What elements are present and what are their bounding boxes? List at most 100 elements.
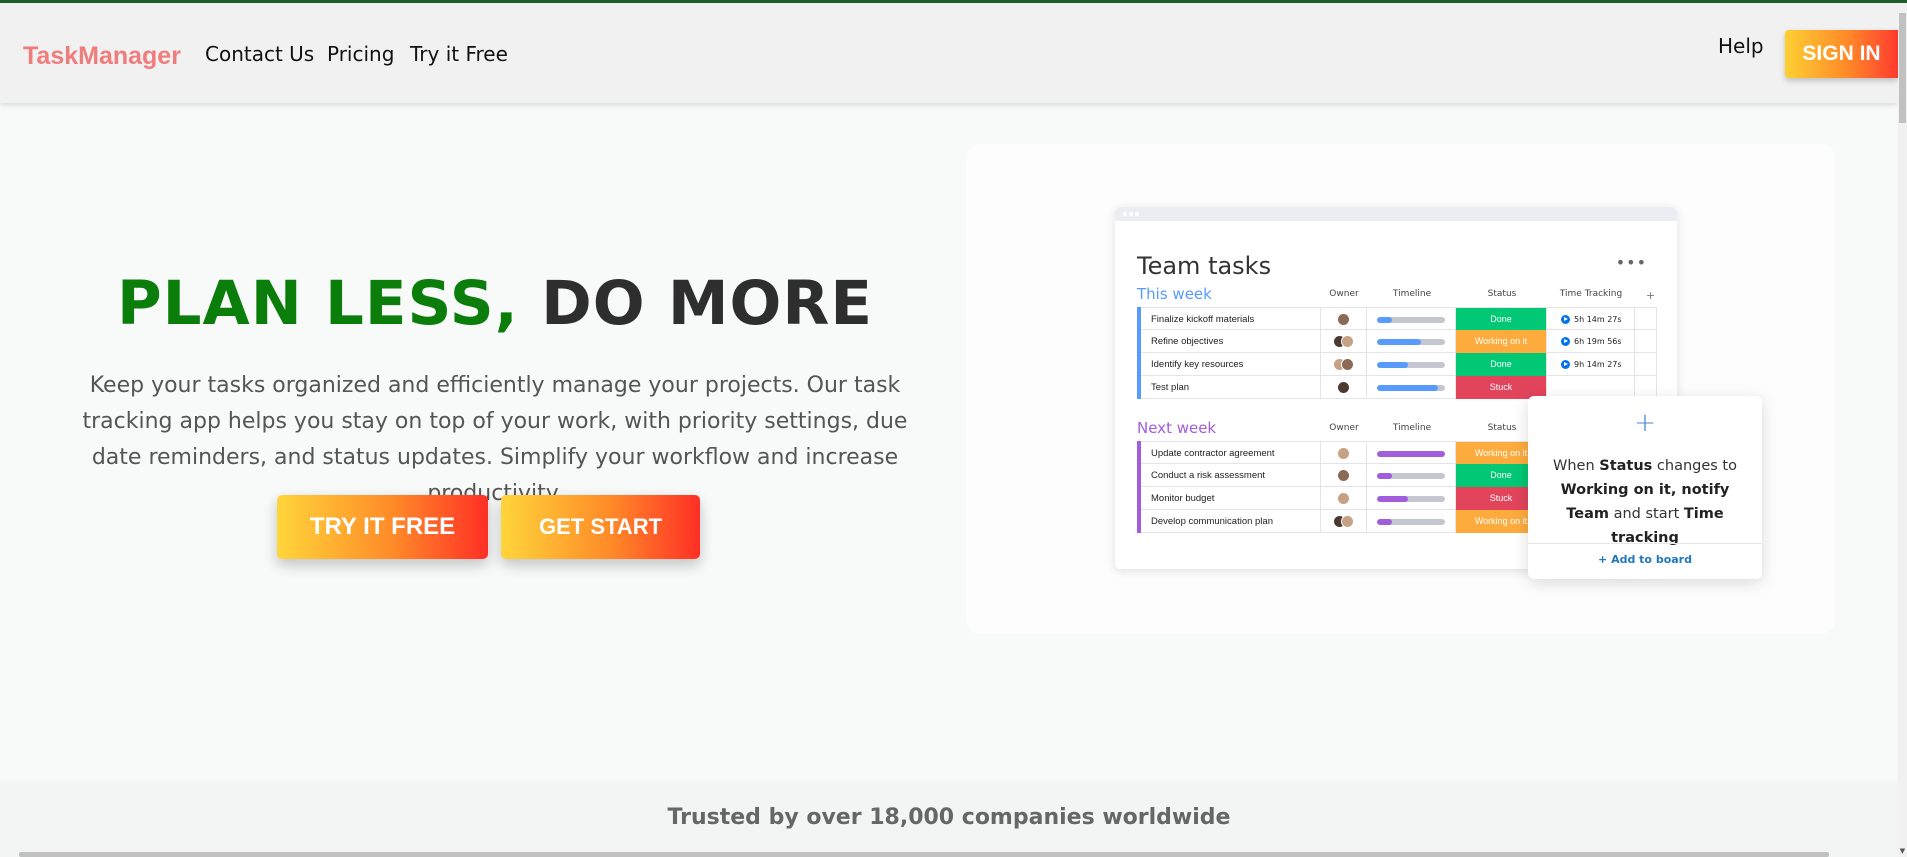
tracked-time: 9h 14m 27s xyxy=(1574,360,1622,369)
task-name[interactable]: Conduct a risk assessment xyxy=(1141,464,1321,487)
column-header-timeline: Timeline xyxy=(1392,423,1432,433)
column-header-time-tracking: Time Tracking xyxy=(1559,289,1623,299)
timeline-fill xyxy=(1377,385,1439,391)
task-timeline[interactable] xyxy=(1367,376,1456,399)
task-name[interactable]: Monitor budget xyxy=(1141,487,1321,510)
timeline-fill xyxy=(1377,496,1408,502)
window-dot-icon xyxy=(1129,212,1133,216)
avatar xyxy=(1337,469,1350,482)
play-icon[interactable] xyxy=(1561,315,1570,324)
add-automation-icon[interactable]: + xyxy=(1528,408,1762,438)
nav-link-try-it-free[interactable]: Try it Free xyxy=(410,42,508,66)
task-timeline[interactable] xyxy=(1367,442,1456,465)
play-icon[interactable] xyxy=(1561,337,1570,346)
popup-divider xyxy=(1528,543,1762,544)
task-owner[interactable] xyxy=(1321,464,1367,487)
task-owner[interactable] xyxy=(1321,442,1367,465)
task-timeline[interactable] xyxy=(1367,487,1456,510)
task-timeline[interactable] xyxy=(1367,308,1456,331)
play-icon[interactable] xyxy=(1561,360,1570,369)
status-badge[interactable]: Working on it xyxy=(1456,330,1547,353)
timeline-fill xyxy=(1377,339,1422,345)
horizontal-scrollbar[interactable] xyxy=(19,852,1829,857)
status-badge[interactable]: Done xyxy=(1456,353,1547,376)
group-title[interactable]: Next week xyxy=(1137,419,1216,437)
vertical-scrollbar[interactable]: ▼ xyxy=(1898,3,1907,857)
timeline-fill xyxy=(1377,519,1392,525)
avatar xyxy=(1337,492,1350,505)
task-owner[interactable] xyxy=(1321,376,1367,399)
timeline-fill xyxy=(1377,362,1408,368)
avatar xyxy=(1341,335,1354,348)
timeline-fill xyxy=(1377,473,1392,479)
timeline-fill xyxy=(1377,317,1392,323)
board-title: Team tasks xyxy=(1137,252,1272,280)
hero-title: PLAN LESS, DO MORE xyxy=(40,268,950,339)
avatar xyxy=(1337,447,1350,460)
timeline-track xyxy=(1377,473,1445,479)
add-to-board-link[interactable]: + Add to board xyxy=(1528,553,1762,566)
task-owner[interactable] xyxy=(1321,353,1367,376)
column-header-status: Status xyxy=(1487,289,1517,299)
task-timeline[interactable] xyxy=(1367,353,1456,376)
automation-text-2: changes to xyxy=(1652,458,1737,474)
window-dot-icon xyxy=(1135,212,1139,216)
timeline-track xyxy=(1377,362,1445,368)
trusted-heading: Trusted by over 18,000 companies worldwi… xyxy=(667,805,1231,830)
task-row[interactable]: Refine objectives Working on it 6h 19m 56s xyxy=(1141,330,1657,353)
tracked-time: 6h 19m 56s xyxy=(1574,337,1622,346)
hero-description: Keep your tasks organized and efficientl… xyxy=(82,373,908,506)
navbar: TaskManager Contact Us Pricing Try it Fr… xyxy=(0,3,1898,103)
task-timeline[interactable] xyxy=(1367,510,1456,533)
hero-title-highlight: PLAN LESS, xyxy=(116,268,519,339)
hero-title-rest: DO MORE xyxy=(541,268,874,339)
timeline-track xyxy=(1377,385,1445,391)
automation-text-1: When xyxy=(1553,458,1600,474)
avatar xyxy=(1341,358,1354,371)
try-it-free-button[interactable]: TRY IT FREE xyxy=(277,495,488,559)
time-tracking-cell[interactable]: 9h 14m 27s xyxy=(1547,353,1635,376)
task-owner[interactable] xyxy=(1321,308,1367,331)
timeline-track xyxy=(1377,496,1445,502)
avatar xyxy=(1337,381,1350,394)
task-name[interactable]: Refine objectives xyxy=(1141,330,1321,353)
scroll-down-arrow-icon[interactable]: ▼ xyxy=(1898,847,1907,855)
help-link[interactable]: Help xyxy=(1718,34,1764,58)
task-row[interactable]: Identify key resources Done 9h 14m 27s xyxy=(1141,353,1657,376)
task-name[interactable]: Identify key resources xyxy=(1141,353,1321,376)
empty-cell xyxy=(1635,308,1657,331)
task-name[interactable]: Update contractor agreement xyxy=(1141,442,1321,465)
time-tracking-cell[interactable]: 5h 14m 27s xyxy=(1547,308,1635,331)
timeline-fill xyxy=(1377,451,1445,457)
tracked-time: 5h 14m 27s xyxy=(1574,315,1622,324)
brand-logo[interactable]: TaskManager xyxy=(23,42,181,71)
get-start-button[interactable]: GET START xyxy=(501,495,700,559)
automation-bold-status: Status xyxy=(1599,458,1653,474)
column-header-timeline: Timeline xyxy=(1392,289,1432,299)
time-tracking-cell[interactable]: 6h 19m 56s xyxy=(1547,330,1635,353)
add-column-icon[interactable]: + xyxy=(1646,289,1655,302)
automation-popup: + When Status changes to Working on it, … xyxy=(1528,396,1762,579)
automation-text-3: and start xyxy=(1609,506,1684,522)
task-row[interactable]: Finalize kickoff materials Done 5h 14m 27s xyxy=(1141,307,1657,331)
scrollbar-thumb[interactable] xyxy=(1899,13,1906,123)
more-options-icon[interactable]: ••• xyxy=(1616,253,1647,272)
board-window-bar xyxy=(1115,207,1677,221)
task-timeline[interactable] xyxy=(1367,330,1456,353)
nav-link-pricing[interactable]: Pricing xyxy=(327,42,394,66)
timeline-track xyxy=(1377,339,1445,345)
status-badge[interactable]: Done xyxy=(1456,308,1547,331)
group-title[interactable]: This week xyxy=(1137,285,1212,303)
empty-cell xyxy=(1635,353,1657,376)
task-owner[interactable] xyxy=(1321,330,1367,353)
task-timeline[interactable] xyxy=(1367,464,1456,487)
task-owner[interactable] xyxy=(1321,510,1367,533)
automation-description: When Status changes to Working on it, no… xyxy=(1540,454,1750,550)
task-name[interactable]: Develop communication plan xyxy=(1141,510,1321,533)
avatar xyxy=(1337,313,1350,326)
task-name[interactable]: Finalize kickoff materials xyxy=(1141,308,1321,331)
nav-link-contact-us[interactable]: Contact Us xyxy=(205,42,314,66)
task-owner[interactable] xyxy=(1321,487,1367,510)
sign-in-button[interactable]: SIGN IN xyxy=(1785,30,1898,78)
task-name[interactable]: Test plan xyxy=(1141,376,1321,399)
